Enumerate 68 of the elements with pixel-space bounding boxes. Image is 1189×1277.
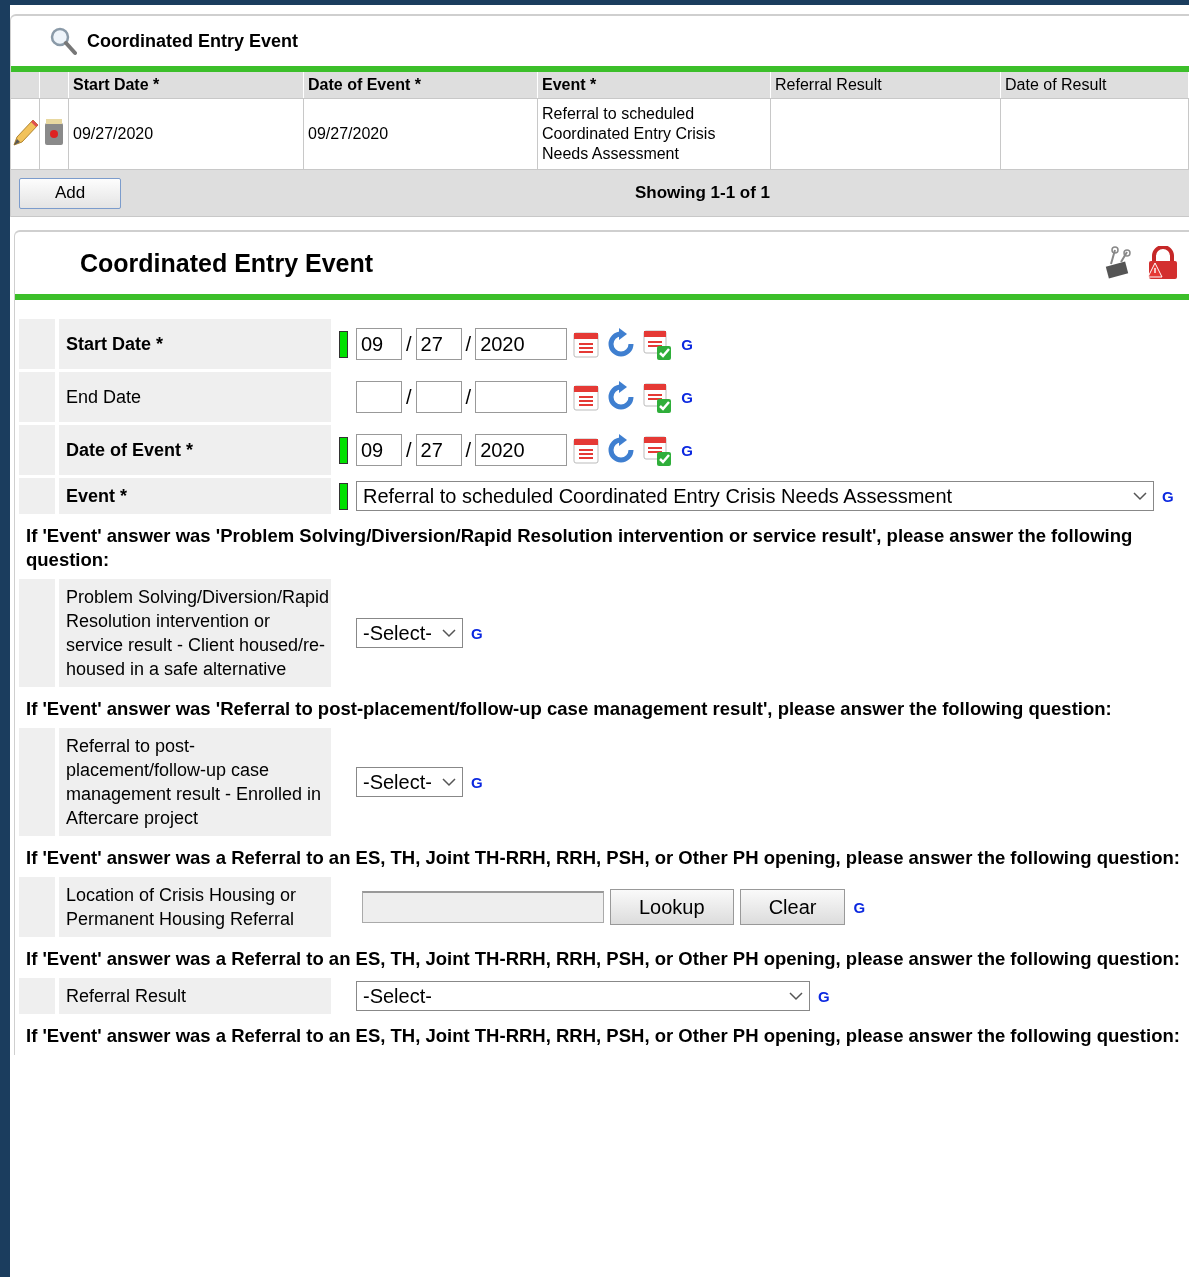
- g-link[interactable]: G: [681, 335, 693, 353]
- question-heading: If 'Event' answer was a Referral to an ES, TH, Joint TH-RRH, RRH, PSH, or Other PH opening, please answer the following question:: [25, 1024, 1181, 1048]
- lookup-button[interactable]: Clear: [739, 889, 846, 925]
- question-heading: If 'Event' answer was a Referral to an ES, TH, Joint TH-RRH, RRH, PSH, or Other PH opening, please answer the following question:: [25, 846, 1181, 870]
- panel-title: Coordinated Entry Event: [87, 30, 299, 52]
- g-link[interactable]: G: [681, 388, 693, 406]
- select-field[interactable]: -Select-: [356, 618, 463, 648]
- chevron-down-icon: [441, 628, 456, 638]
- g-link[interactable]: G: [853, 898, 866, 916]
- column-header: Date of Result: [1000, 72, 1189, 99]
- search-icon: [49, 26, 77, 56]
- g-link[interactable]: G: [681, 441, 693, 459]
- date-separator: /: [406, 332, 412, 356]
- field-label: Start Date *: [59, 319, 331, 369]
- question-heading: If 'Event' answer was a Referral to an ES, TH, Joint TH-RRH, RRH, PSH, or Other PH opening, please answer the following question:: [25, 947, 1181, 971]
- binder-clip-icon[interactable]: [1103, 246, 1133, 280]
- column-header: Referral Result: [770, 72, 1001, 99]
- select-field[interactable]: Referral to scheduled Coordinated Entry Crisis Needs Assessment: [356, 481, 1154, 511]
- date-separator: /: [465, 385, 472, 409]
- column-header: Event *: [537, 72, 771, 99]
- required-indicator: [339, 482, 348, 510]
- trash-can-icon[interactable]: [42, 116, 66, 147]
- question-heading: If 'Event' answer was 'Problem Solving/Diversion/Rapid Resolution intervention or service result', please answer the following question:: [25, 524, 1134, 572]
- table-cell: 09/27/2020: [303, 98, 538, 170]
- field-label: Referral to post-placement/follow-up case management result - Enrolled in Aftercare project: [59, 728, 331, 836]
- year-field[interactable]: 2020: [475, 434, 568, 466]
- table-cell: Referral to scheduled Coordinated Entry Crisis Needs Assessment: [537, 98, 771, 170]
- g-link[interactable]: G: [1162, 487, 1174, 505]
- date-separator: /: [465, 332, 472, 356]
- year-field[interactable]: 2020: [475, 328, 568, 360]
- column-header: Start Date *: [68, 72, 304, 99]
- date-separator: /: [406, 438, 412, 462]
- form-title: Coordinated Entry Event: [80, 248, 375, 278]
- chevron-down-icon: [1133, 491, 1147, 501]
- g-link[interactable]: G: [470, 773, 483, 791]
- month-field[interactable]: 09: [356, 434, 402, 466]
- month-field[interactable]: [356, 381, 402, 413]
- field-label: Location of Crisis Housing or Permanent Housing Referral: [59, 877, 331, 937]
- field-label: End Date: [59, 372, 331, 422]
- calendar-check-icon[interactable]: [641, 433, 674, 467]
- g-link[interactable]: G: [818, 987, 830, 1005]
- field-label: Problem Solving/Diversion/Rapid Resolution intervention or service result - Client housed/re-housed in a safe alternative: [59, 579, 331, 687]
- field-label: Event *: [59, 478, 331, 514]
- month-field[interactable]: 09: [356, 328, 402, 360]
- required-indicator: [339, 436, 348, 464]
- chevron-down-icon: [441, 777, 456, 787]
- question-heading: If 'Event' answer was 'Referral to post-placement/follow-up case management result', please answer the following question:: [25, 697, 1113, 721]
- day-field[interactable]: [415, 381, 462, 413]
- select-field[interactable]: -Select-: [356, 767, 463, 797]
- day-field[interactable]: 27: [415, 434, 462, 466]
- calendar-check-icon[interactable]: [641, 380, 674, 414]
- field-label: Referral Result: [59, 978, 331, 1014]
- lookup-button[interactable]: Lookup: [610, 889, 734, 925]
- year-field[interactable]: [475, 381, 568, 413]
- select-field[interactable]: -Select-: [356, 981, 810, 1011]
- lookup-field[interactable]: [362, 891, 604, 923]
- chevron-down-icon: [789, 991, 803, 1001]
- calendar-check-icon[interactable]: [641, 327, 674, 361]
- day-field[interactable]: 27: [415, 328, 462, 360]
- column-header: Date of Event *: [303, 72, 538, 99]
- date-separator: /: [465, 438, 472, 462]
- date-separator: /: [406, 385, 412, 409]
- paging-text: Showing 1-1 of 1: [635, 183, 771, 203]
- table-cell: 09/27/2020: [68, 98, 304, 170]
- add-button[interactable]: Add: [19, 177, 121, 209]
- g-link[interactable]: G: [470, 624, 483, 642]
- field-label: Date of Event *: [59, 425, 331, 475]
- required-indicator: [339, 330, 348, 358]
